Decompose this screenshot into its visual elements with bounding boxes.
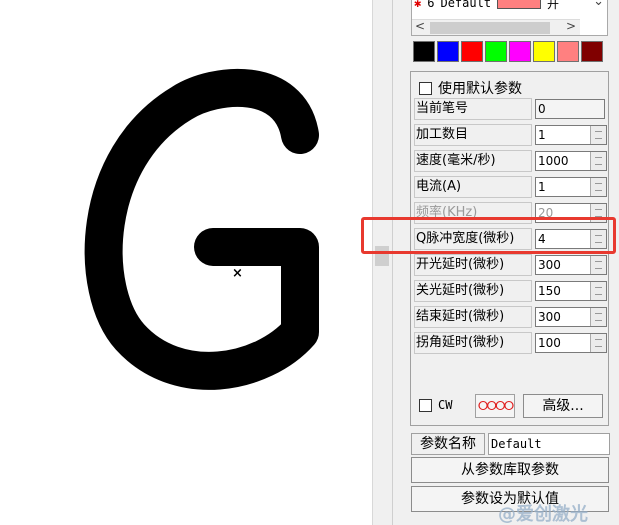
spinner-icon[interactable]: [590, 126, 606, 144]
use-default-checkbox[interactable]: 使用默认参数: [419, 78, 522, 98]
spinner-icon[interactable]: [590, 308, 606, 326]
pen-active-star-icon: ✱: [414, 0, 422, 10]
param-value: 1000: [538, 154, 569, 168]
pen-list[interactable]: ✱ 6 Default 开 ⌄ < >: [411, 0, 608, 36]
param-label: 电流(A): [414, 176, 532, 198]
param-value: 1: [538, 128, 546, 142]
param-value-field[interactable]: 0: [535, 99, 605, 119]
param-label: 开光延时(微秒): [414, 254, 532, 276]
param-row: 当前笔号 0: [414, 98, 608, 120]
param-row: 电流(A) 1: [414, 176, 608, 198]
wobble-rings-button[interactable]: ⵔⵔⵔⵔ: [475, 394, 515, 418]
panel-splitter[interactable]: [372, 0, 392, 525]
color-swatch-1[interactable]: [437, 41, 459, 62]
param-label: 速度(毫米/秒): [414, 150, 532, 172]
param-label: 加工数目: [414, 124, 532, 146]
param-name-label: 参数名称: [411, 433, 485, 455]
pen-list-scrollbar[interactable]: < >: [412, 19, 580, 35]
param-value-field[interactable]: 300: [535, 255, 607, 275]
pen-mode[interactable]: 开: [547, 0, 559, 12]
cw-checkbox[interactable]: CW: [419, 398, 452, 412]
spinner-icon[interactable]: [590, 152, 606, 170]
param-value-field[interactable]: 1000: [535, 151, 607, 171]
param-label: 关光延时(微秒): [414, 280, 532, 302]
param-value-field[interactable]: 1: [535, 177, 607, 197]
drawing-canvas[interactable]: ×: [0, 0, 372, 525]
scroll-right-icon[interactable]: >: [566, 19, 576, 33]
pen-number: 6: [427, 0, 435, 10]
spinner-icon[interactable]: [590, 178, 606, 196]
cw-label: CW: [438, 398, 453, 412]
param-value-field[interactable]: 300: [535, 307, 607, 327]
checkbox-box[interactable]: [419, 398, 432, 412]
pen-parameter-panel: ✱ 6 Default 开 ⌄ < > 使用默认参数 当前笔号 0 加工数目 1 速度(…: [392, 0, 619, 525]
param-row: 加工数目 1: [414, 124, 608, 146]
highlight-annotation: [361, 217, 616, 254]
param-value: 150: [538, 284, 561, 298]
param-value: 300: [538, 310, 561, 324]
param-value: 0: [538, 102, 546, 116]
rings-icon: ⵔⵔⵔⵔ: [477, 399, 515, 413]
param-value: 1: [538, 180, 546, 194]
color-swatch-4[interactable]: [509, 41, 531, 62]
center-mark-icon: ×: [232, 266, 243, 281]
pen-name: Default: [440, 0, 492, 10]
color-palette: [413, 41, 603, 62]
param-row: 拐角延时(微秒) 100: [414, 332, 608, 354]
watermark: @爱创激光: [498, 504, 588, 525]
spinner-icon[interactable]: [590, 256, 606, 274]
color-swatch-0[interactable]: [413, 41, 435, 62]
spinner-icon[interactable]: [590, 334, 606, 352]
param-row: 结束延时(微秒) 300: [414, 306, 608, 328]
param-name-field[interactable]: Default: [488, 433, 610, 455]
letter-g-shape[interactable]: [0, 0, 372, 525]
chevron-down-icon[interactable]: ⌄: [593, 0, 604, 9]
param-value-field[interactable]: 150: [535, 281, 607, 301]
scroll-thumb[interactable]: [430, 22, 550, 34]
param-value: 100: [538, 336, 561, 350]
checkbox-box[interactable]: [419, 81, 432, 95]
param-row: 关光延时(微秒) 150: [414, 280, 608, 302]
scroll-left-icon[interactable]: <: [415, 19, 425, 33]
color-swatch-7[interactable]: [581, 41, 603, 62]
param-row: 速度(毫米/秒) 1000: [414, 150, 608, 172]
param-value-field[interactable]: 100: [535, 333, 607, 353]
color-swatch-3[interactable]: [485, 41, 507, 62]
param-label: 当前笔号: [414, 98, 532, 120]
use-default-label: 使用默认参数: [438, 81, 522, 97]
color-swatch-5[interactable]: [533, 41, 555, 62]
param-label: 结束延时(微秒): [414, 306, 532, 328]
pen-list-row[interactable]: ✱ 6 Default 开: [414, 0, 559, 11]
color-swatch-6[interactable]: [557, 41, 579, 62]
color-swatch-2[interactable]: [461, 41, 483, 62]
spinner-icon[interactable]: [590, 282, 606, 300]
load-from-library-button[interactable]: 从参数库取参数: [411, 457, 609, 483]
advanced-button[interactable]: 高级...: [523, 394, 603, 418]
param-label: 拐角延时(微秒): [414, 332, 532, 354]
param-row: 开光延时(微秒) 300: [414, 254, 608, 276]
pen-color-swatch[interactable]: [497, 0, 542, 9]
param-value: 300: [538, 258, 561, 272]
param-value-field[interactable]: 1: [535, 125, 607, 145]
